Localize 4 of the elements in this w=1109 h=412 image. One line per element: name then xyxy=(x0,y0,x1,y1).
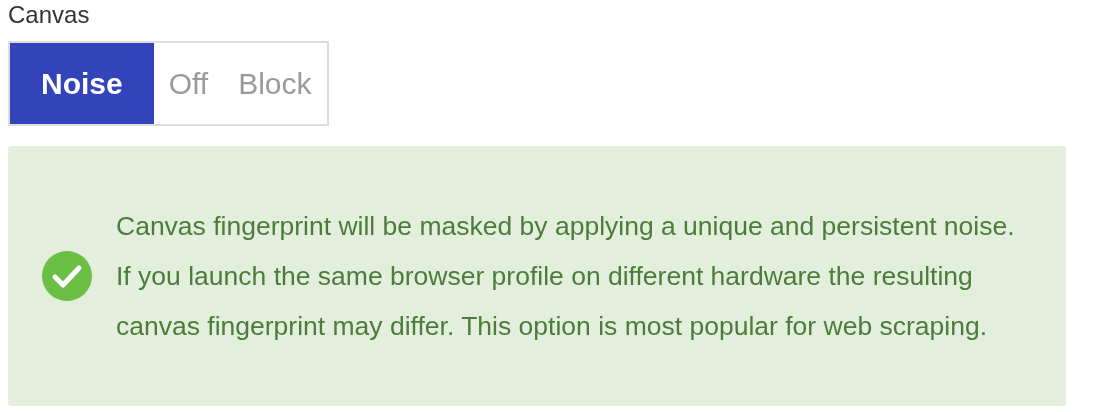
check-icon xyxy=(42,251,92,301)
section-label: Canvas xyxy=(8,0,91,30)
mode-tab[interactable]: Noise xyxy=(10,43,154,124)
alert-text: Canvas fingerprint will be masked by applying a unique and persistent noise. If you launch the same browser profile on different hardware the resulting canvas fingerprint may differ. This option is most popular for web scraping. xyxy=(116,210,1016,343)
